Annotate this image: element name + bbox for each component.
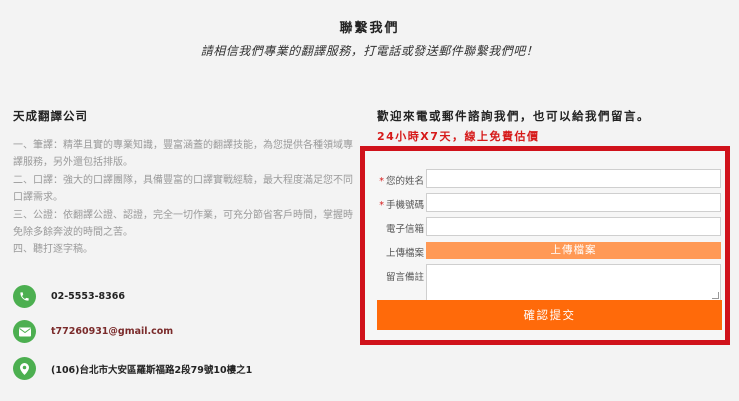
email-label: 電子信箱 [385,224,424,235]
resize-handle-icon[interactable] [712,292,719,299]
services-line: 免除多餘奔波的時間之苦。 [13,227,133,239]
page-subtitle: 請相信我們專業的翻譯服務，打電話或發送郵件聯繫我們吧！ [200,44,539,58]
required-mark: * [379,176,384,187]
services-line: 一、筆譯：精準且實的專業知識，豐富涵蓋的翻譯技能，為您提供各種領域專業的筆 [13,140,353,151]
services-line: 譯服務，另外還包括排版。 [13,157,133,169]
page-title: 聯繫我們 [339,21,400,36]
message-label: 留言備註 [385,272,424,283]
upload-file-button[interactable]: 上傳檔案 [426,242,721,259]
phone-label: * 手機號碼 [365,197,424,211]
email-input[interactable] [426,217,721,236]
name-label: * 您的姓名 [365,173,424,187]
email-address[interactable]: t77260931@gmail.com [51,326,173,337]
phone-input[interactable] [426,193,721,212]
promo-text: 24小時X7天，線上免費估價 [377,130,540,143]
envelope-icon [13,320,36,343]
upload-label: 上傳檔案 [385,248,424,259]
phone-icon [13,285,36,308]
services-line: 三、公證：依翻譯公證、認證，完全一切作業，可充分節省客戶時間，掌握時效， [13,209,353,221]
street-address: (106)台北市大安區羅斯福路2段79號10樓之1 [51,364,253,376]
services-list: 一、筆譯：精準且實的專業知識，豐富涵蓋的翻譯技能，為您提供各種領域專業的筆 譯服… [13,137,353,259]
form-heading: 歡迎來電或郵件諮詢我們，也可以給我們留言。 [377,109,650,123]
contact-form: * 您的姓名 * 手機號碼 電子信箱 上傳檔案 上傳檔案 留言備註 確認提交 [360,146,730,345]
required-mark: * [379,200,384,211]
services-line: 四、聽打逐字稿。 [13,244,93,256]
company-name: 天成翻譯公司 [13,109,88,123]
contact-email: t77260931@gmail.com [13,320,173,343]
message-textarea[interactable] [426,264,721,301]
name-label-text: 您的姓名 [385,176,424,187]
submit-button[interactable]: 確認提交 [377,300,722,330]
contact-phone: 02-5553-8366 [13,285,125,308]
services-line: 二、口譯：強大的口譯團隊，具備豐富的口譯實戰經驗，最大程度滿足您不同類型的 [13,174,353,186]
map-marker-icon [13,357,36,380]
contact-address: (106)台北市大安區羅斯福路2段79號10樓之1 [13,357,252,380]
name-input[interactable] [426,169,721,188]
phone-number[interactable]: 02-5553-8366 [51,291,125,302]
services-line: 口譯需求。 [13,192,63,204]
phone-label-text: 手機號碼 [385,200,424,211]
